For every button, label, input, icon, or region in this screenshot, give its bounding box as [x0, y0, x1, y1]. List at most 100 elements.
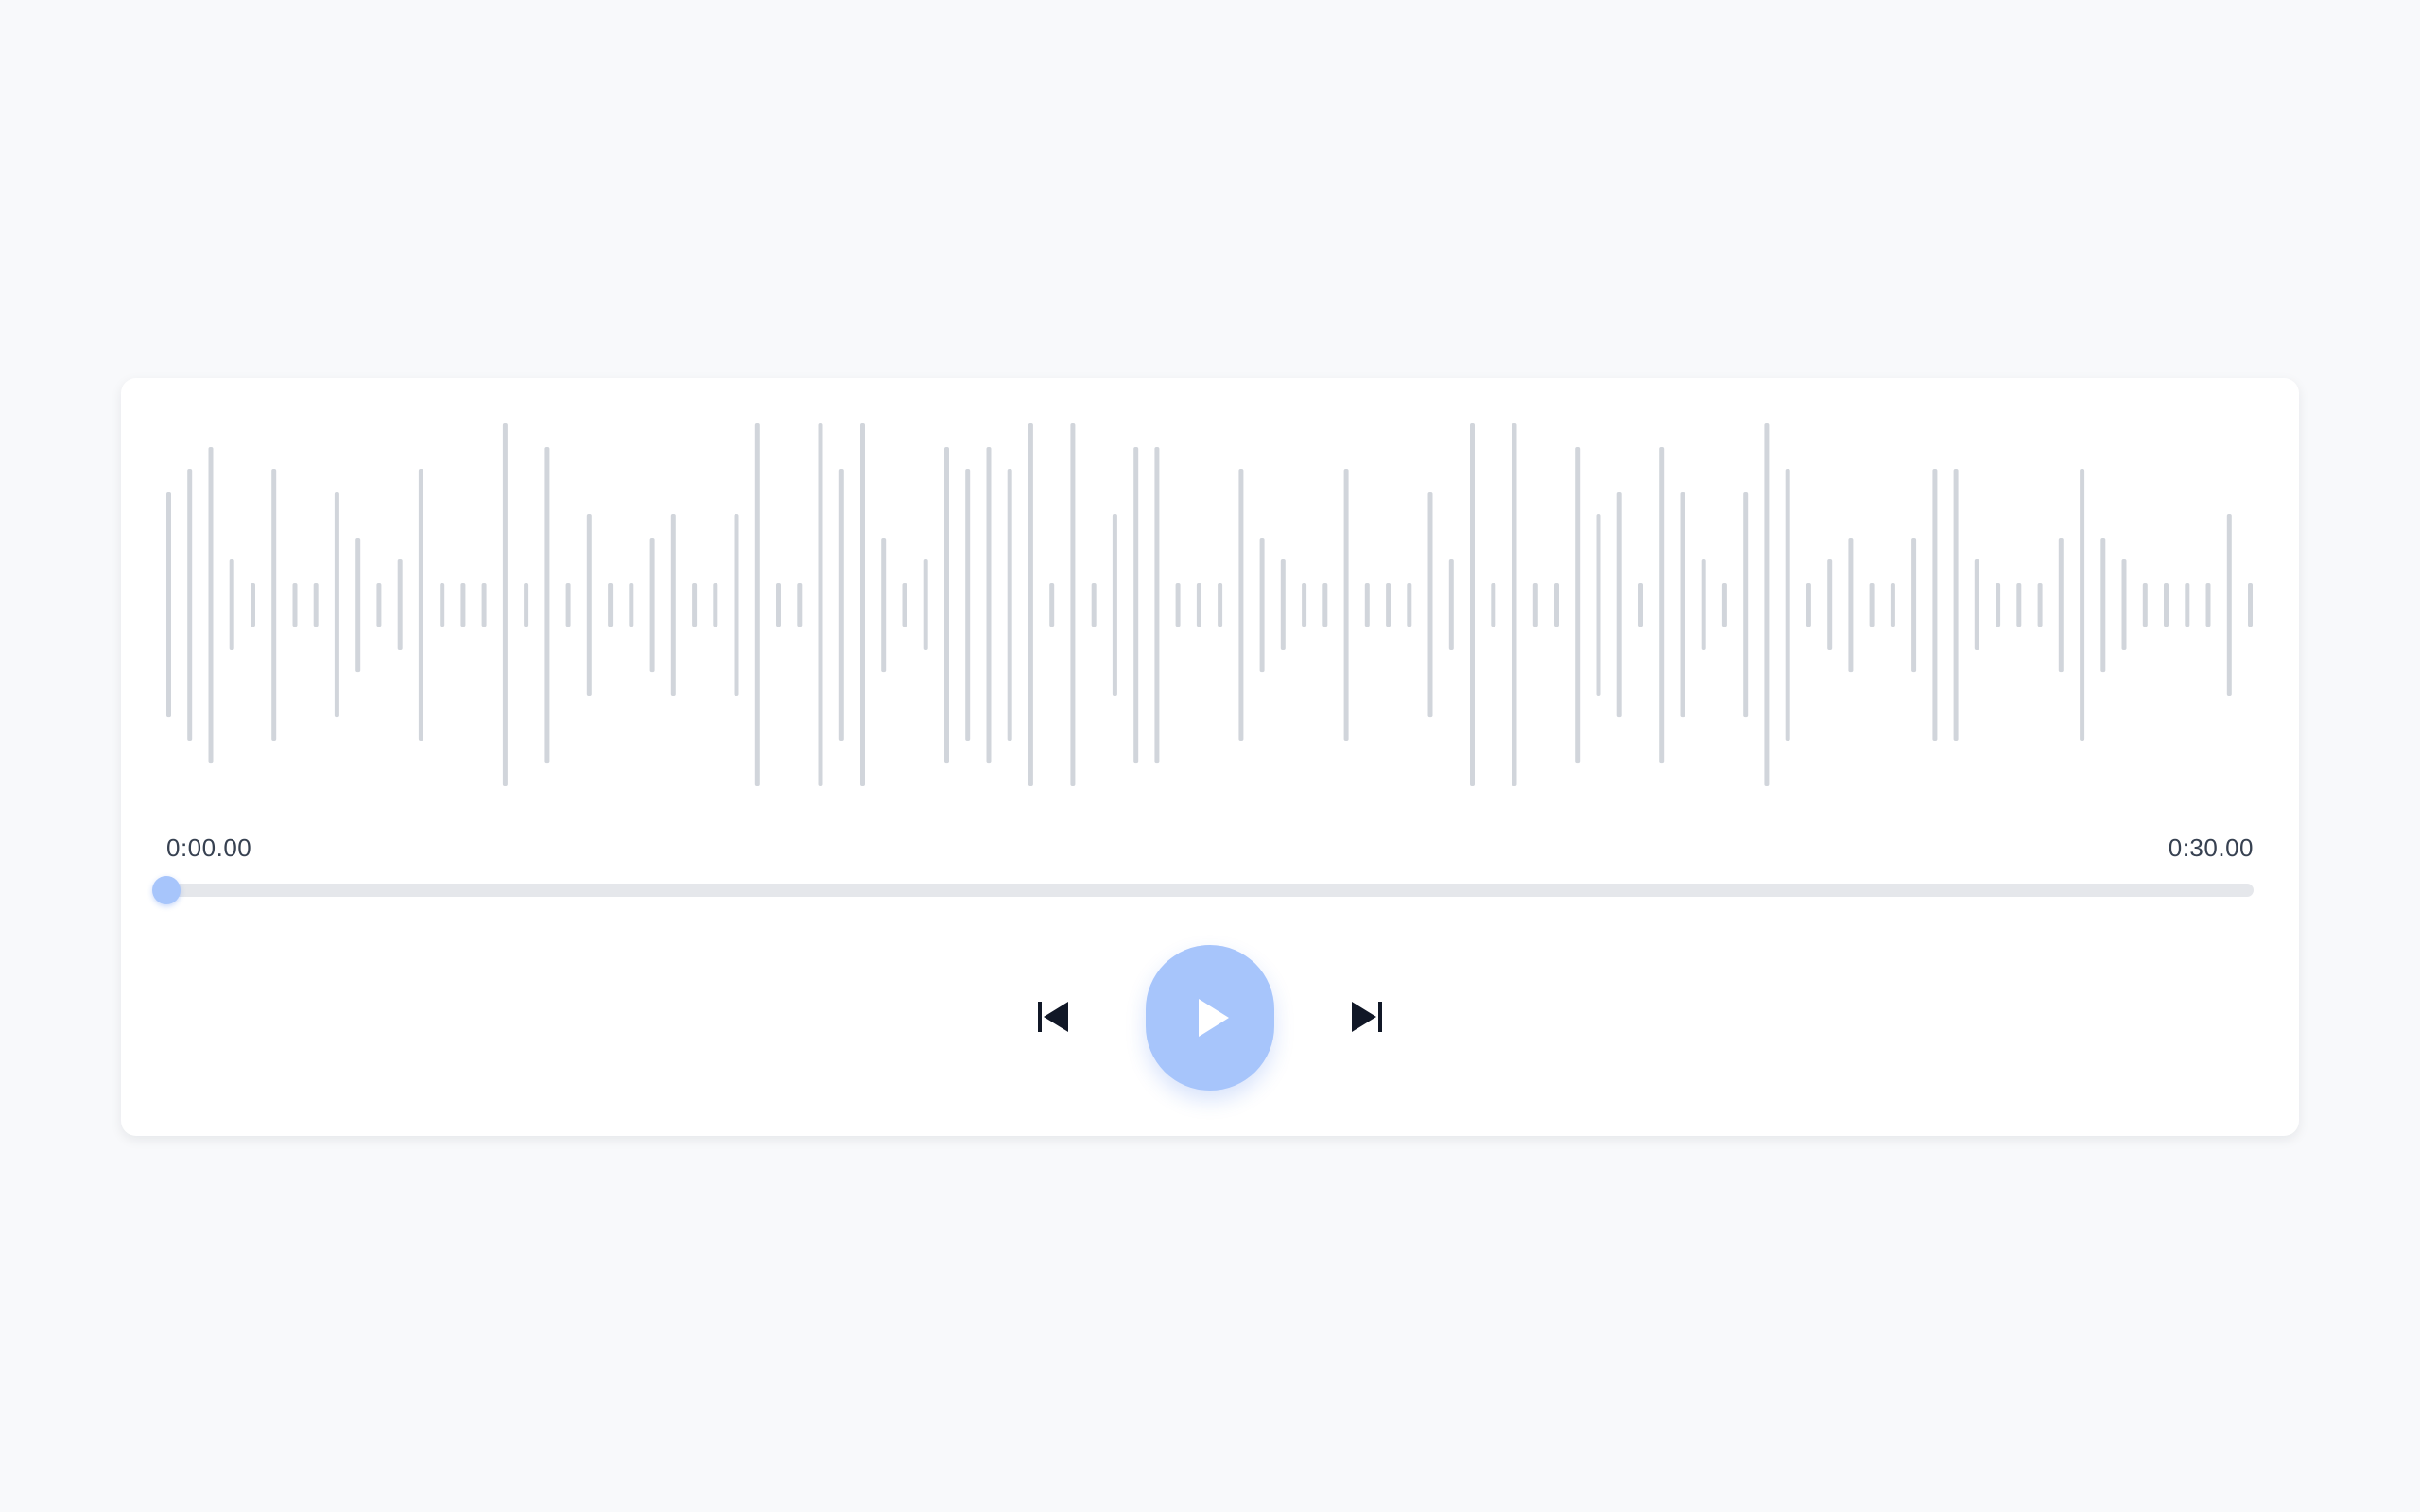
waveform-bar [1554, 583, 1559, 627]
waveform-bar [271, 469, 277, 741]
waveform-bar [1238, 469, 1244, 741]
waveform-bar [902, 583, 908, 627]
waveform-bar [2100, 538, 2106, 673]
waveform-bar [187, 469, 193, 741]
waveform-bar [1407, 583, 1412, 627]
progress-handle[interactable] [152, 876, 181, 904]
waveform-bar [1869, 583, 1875, 627]
play-button[interactable] [1146, 945, 1274, 1091]
waveform-bar [734, 514, 739, 696]
waveform-bar [2205, 583, 2211, 627]
waveform-bar [1996, 583, 2001, 627]
waveform-bar [251, 583, 255, 627]
waveform-bar [1259, 538, 1265, 673]
waveform-bar [881, 538, 887, 673]
waveform-bar [1175, 583, 1181, 627]
skip-next-icon [1352, 1002, 1382, 1032]
waveform-bar [629, 583, 634, 627]
waveform-bar [1932, 469, 1938, 741]
waveform-bar [1196, 583, 1201, 627]
waveform-bar [818, 423, 823, 786]
waveform-bar [1890, 583, 1895, 627]
waveform-bar [1638, 583, 1643, 627]
waveform-bars [166, 423, 2253, 786]
waveform-bar [1616, 492, 1622, 718]
waveform-bar [923, 559, 928, 650]
waveform-bar [1701, 559, 1706, 650]
waveform-bar [376, 583, 382, 627]
waveform-bar [2037, 583, 2043, 627]
waveform-bar [1343, 469, 1349, 741]
total-duration: 0:30.00 [2168, 833, 2254, 862]
skip-previous-icon [1038, 1002, 1068, 1032]
waveform-bar [334, 492, 339, 718]
waveform-bar [1596, 514, 1601, 696]
waveform-bar [418, 469, 424, 741]
waveform-bar [565, 583, 571, 627]
waveform-bar [1154, 447, 1160, 764]
waveform-bar [544, 447, 550, 764]
waveform-bar [1575, 447, 1581, 764]
waveform-bar [2016, 583, 2022, 627]
waveform-bar [2185, 583, 2190, 627]
waveform-bar [1953, 469, 1959, 741]
waveform-bar [1512, 423, 1517, 786]
waveform-bar [2248, 583, 2253, 627]
waveform-bar [313, 583, 319, 627]
waveform-bar [460, 583, 466, 627]
waveform-bar [586, 514, 592, 696]
previous-button[interactable] [1030, 994, 1076, 1040]
waveform-bar [1448, 559, 1454, 650]
waveform-bar [2058, 538, 2064, 673]
waveform-bar [1091, 583, 1097, 627]
waveform-bar [1133, 447, 1139, 764]
waveform-bar [797, 583, 803, 627]
waveform-bar [229, 559, 234, 650]
waveform-bar [1427, 492, 1433, 718]
waveform-bar [1280, 559, 1286, 650]
waveform-bar [1386, 583, 1392, 627]
waveform-bar [1491, 583, 1496, 627]
waveform-bar [292, 583, 298, 627]
waveform[interactable] [166, 423, 2254, 786]
waveform-bar [2121, 559, 2127, 650]
waveform-bar [608, 583, 614, 627]
waveform-bar [1911, 538, 1917, 673]
waveform-bar [1218, 583, 1223, 627]
waveform-bar [2080, 469, 2085, 741]
waveform-bar [1827, 559, 1833, 650]
waveform-bar [1743, 492, 1749, 718]
waveform-bar [860, 423, 865, 786]
waveform-bar [1049, 583, 1055, 627]
waveform-bar [355, 538, 361, 673]
waveform-bar [986, 447, 992, 764]
waveform-bar [524, 583, 529, 627]
waveform-bar [1112, 514, 1117, 696]
playback-controls [121, 945, 2299, 1092]
waveform-bar [1364, 583, 1370, 627]
waveform-bar [1470, 423, 1475, 786]
waveform-bar [670, 514, 676, 696]
waveform-bar [754, 423, 760, 786]
waveform-bar [1721, 583, 1727, 627]
waveform-bar [2142, 583, 2148, 627]
waveform-bar [1974, 559, 1979, 650]
waveform-bar [838, 469, 844, 741]
waveform-bar [649, 538, 655, 673]
waveform-bar [208, 447, 214, 764]
waveform-bar [1764, 423, 1770, 786]
waveform-bar [440, 583, 445, 627]
waveform-bar [692, 583, 698, 627]
waveform-bar [2226, 514, 2232, 696]
waveform-bar [481, 583, 487, 627]
waveform-bar [1028, 423, 1033, 786]
waveform-bar [1322, 583, 1328, 627]
waveform-bar [1680, 492, 1685, 718]
waveform-bar [713, 583, 718, 627]
waveform-bar [397, 559, 403, 650]
progress-track[interactable] [166, 884, 2254, 897]
waveform-bar [166, 492, 171, 718]
waveform-bar [1070, 423, 1076, 786]
waveform-bar [1659, 447, 1665, 764]
next-button[interactable] [1344, 994, 1390, 1040]
